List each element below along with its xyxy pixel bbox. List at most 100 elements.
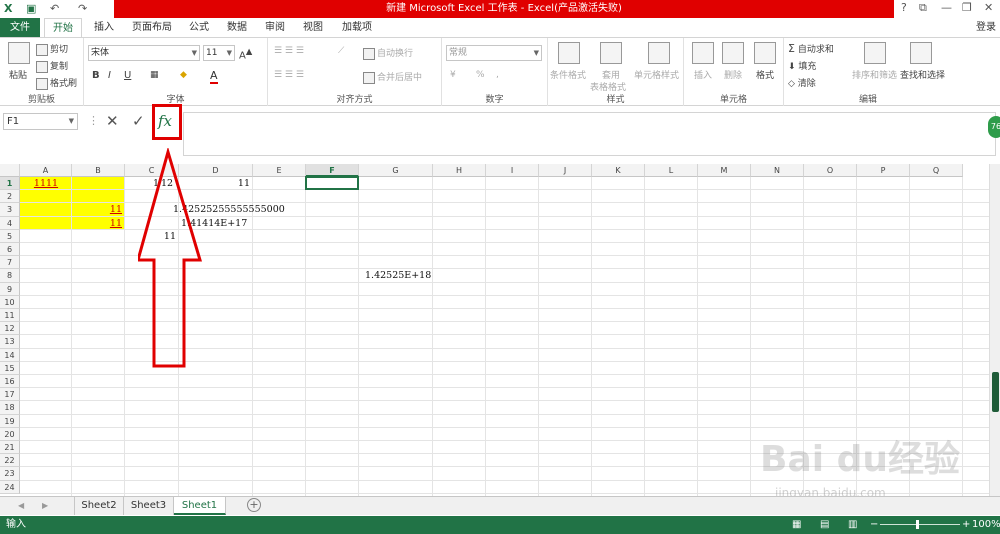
binoculars-icon[interactable] (910, 42, 932, 64)
cell-styles-button[interactable]: 单元格样式 (634, 68, 679, 81)
delete-cells-icon[interactable] (722, 42, 744, 64)
tab-formulas[interactable]: 公式 (184, 18, 214, 37)
ribbon-display-icon[interactable]: ⧉ (919, 1, 927, 15)
page-layout-view-icon[interactable]: ▤ (820, 516, 829, 534)
format-painter-button[interactable]: 格式刷 (36, 76, 77, 90)
row-header-14[interactable]: 14 (0, 348, 20, 362)
copy-button[interactable]: 复制 (36, 59, 68, 73)
tab-page-layout[interactable]: 页面布局 (128, 18, 176, 37)
tab-insert[interactable]: 插入 (88, 18, 120, 37)
column-header-h[interactable]: H (433, 164, 486, 177)
column-header-g[interactable]: G (359, 164, 433, 177)
column-header-m[interactable]: M (698, 164, 751, 177)
column-header-j[interactable]: J (539, 164, 592, 177)
row-header-17[interactable]: 17 (0, 388, 20, 402)
sheet-tab-sheet1[interactable]: Sheet1 (174, 497, 226, 515)
sort-filter-icon[interactable] (864, 42, 886, 64)
tab-file[interactable]: 文件 (0, 18, 40, 37)
merge-center-button[interactable]: 合并后居中 (363, 70, 422, 84)
font-size-select[interactable]: 11 ▼ (203, 45, 235, 61)
tab-view[interactable]: 视图 (298, 18, 328, 37)
delete-cells-button[interactable]: 删除 (724, 68, 742, 81)
row-header-5[interactable]: 5 (0, 229, 20, 243)
zoom-slider-thumb[interactable] (916, 520, 919, 529)
column-header-o[interactable]: O (804, 164, 857, 177)
row-header-22[interactable]: 22 (0, 454, 20, 468)
conditional-format-button[interactable]: 条件格式 (550, 68, 586, 81)
minimize-button[interactable]: — (941, 1, 952, 14)
tab-home[interactable]: 开始 (44, 18, 82, 37)
sheet-tab-sheet2[interactable]: Sheet2 (74, 497, 124, 515)
align-left-icon[interactable]: ☰ ☰ ☰ (274, 70, 304, 80)
autosum-button[interactable]: Σ 自动求和 (788, 42, 834, 55)
insert-cells-icon[interactable] (692, 42, 714, 64)
column-header-i[interactable]: I (486, 164, 539, 177)
underline-button[interactable]: U (124, 70, 131, 81)
column-header-a[interactable]: A (20, 164, 72, 177)
select-all-corner[interactable] (0, 164, 20, 177)
row-header-8[interactable]: 8 (0, 269, 20, 283)
vertical-scrollbar[interactable] (989, 164, 1000, 496)
normal-view-icon[interactable]: ▦ (792, 516, 801, 534)
row-header-23[interactable]: 23 (0, 467, 20, 481)
undo-icon[interactable]: ↶ (50, 2, 59, 15)
next-sheet-icon[interactable]: ▶ (42, 501, 48, 510)
tab-addins[interactable]: 加载项 (336, 18, 378, 37)
column-header-q[interactable]: Q (910, 164, 963, 177)
page-break-view-icon[interactable]: ▥ (848, 516, 857, 534)
border-icon[interactable]: ▦ (150, 70, 159, 80)
cell-b4[interactable]: 11 (72, 217, 122, 230)
row-header-20[interactable]: 20 (0, 427, 20, 441)
paste-button[interactable]: 粘贴 (9, 68, 27, 81)
conditional-format-icon[interactable] (558, 42, 580, 64)
cell-g8[interactable]: 1.42525E+18 (365, 269, 431, 282)
row-header-15[interactable]: 15 (0, 361, 20, 375)
zoom-slider[interactable] (880, 524, 960, 525)
redo-icon[interactable]: ↷ (78, 2, 87, 15)
row-header-18[interactable]: 18 (0, 401, 20, 415)
row-header-24[interactable]: 24 (0, 480, 20, 494)
fill-button[interactable]: ⬇ 填充 (788, 59, 816, 72)
comma-button[interactable]: , (496, 70, 499, 80)
font-name-select[interactable]: 宋体 ▼ (88, 45, 200, 61)
row-header-19[interactable]: 19 (0, 414, 20, 428)
row-header-7[interactable]: 7 (0, 256, 20, 270)
paste-icon[interactable] (8, 42, 30, 64)
save-icon[interactable]: ▣ (26, 2, 36, 15)
row-header-9[interactable]: 9 (0, 282, 20, 296)
zoom-out-button[interactable]: − (870, 516, 878, 534)
clear-button[interactable]: ◇ 清除 (788, 76, 816, 89)
insert-cells-button[interactable]: 插入 (694, 68, 712, 81)
cell-b3[interactable]: 11 (72, 203, 122, 216)
tab-data[interactable]: 数据 (222, 18, 252, 37)
italic-button[interactable]: I (108, 70, 111, 81)
column-header-n[interactable]: N (751, 164, 804, 177)
formula-input[interactable] (183, 112, 996, 156)
find-select-button[interactable]: 查找和选择 (900, 68, 945, 81)
column-header-l[interactable]: L (645, 164, 698, 177)
row-header-4[interactable]: 4 (0, 216, 20, 230)
close-button[interactable]: ✕ (984, 1, 993, 14)
row-header-11[interactable]: 11 (0, 309, 20, 323)
percent-button[interactable]: % (476, 70, 485, 80)
maximize-button[interactable]: ❐ (962, 1, 972, 14)
zoom-in-button[interactable]: + (962, 516, 970, 534)
row-header-12[interactable]: 12 (0, 322, 20, 336)
align-top-icon[interactable]: ☰ ☰ ☰ (274, 46, 304, 56)
format-cells-icon[interactable] (754, 42, 776, 64)
fill-color-icon[interactable]: ◆ (180, 70, 187, 80)
row-header-1[interactable]: 1 (0, 177, 20, 191)
column-header-k[interactable]: K (592, 164, 645, 177)
currency-icon[interactable]: ¥ (450, 70, 456, 80)
row-header-16[interactable]: 16 (0, 375, 20, 389)
cancel-icon[interactable]: ✕ (106, 112, 119, 130)
column-header-b[interactable]: B (72, 164, 125, 177)
tab-review[interactable]: 审阅 (260, 18, 290, 37)
row-header-13[interactable]: 13 (0, 335, 20, 349)
row-header-2[interactable]: 2 (0, 190, 20, 204)
name-box[interactable]: F1 ▼ (3, 113, 78, 130)
enter-icon[interactable]: ✓ (132, 112, 145, 130)
cut-button[interactable]: 剪切 (36, 42, 68, 56)
row-header-6[interactable]: 6 (0, 243, 20, 257)
format-cells-button[interactable]: 格式 (756, 68, 774, 81)
